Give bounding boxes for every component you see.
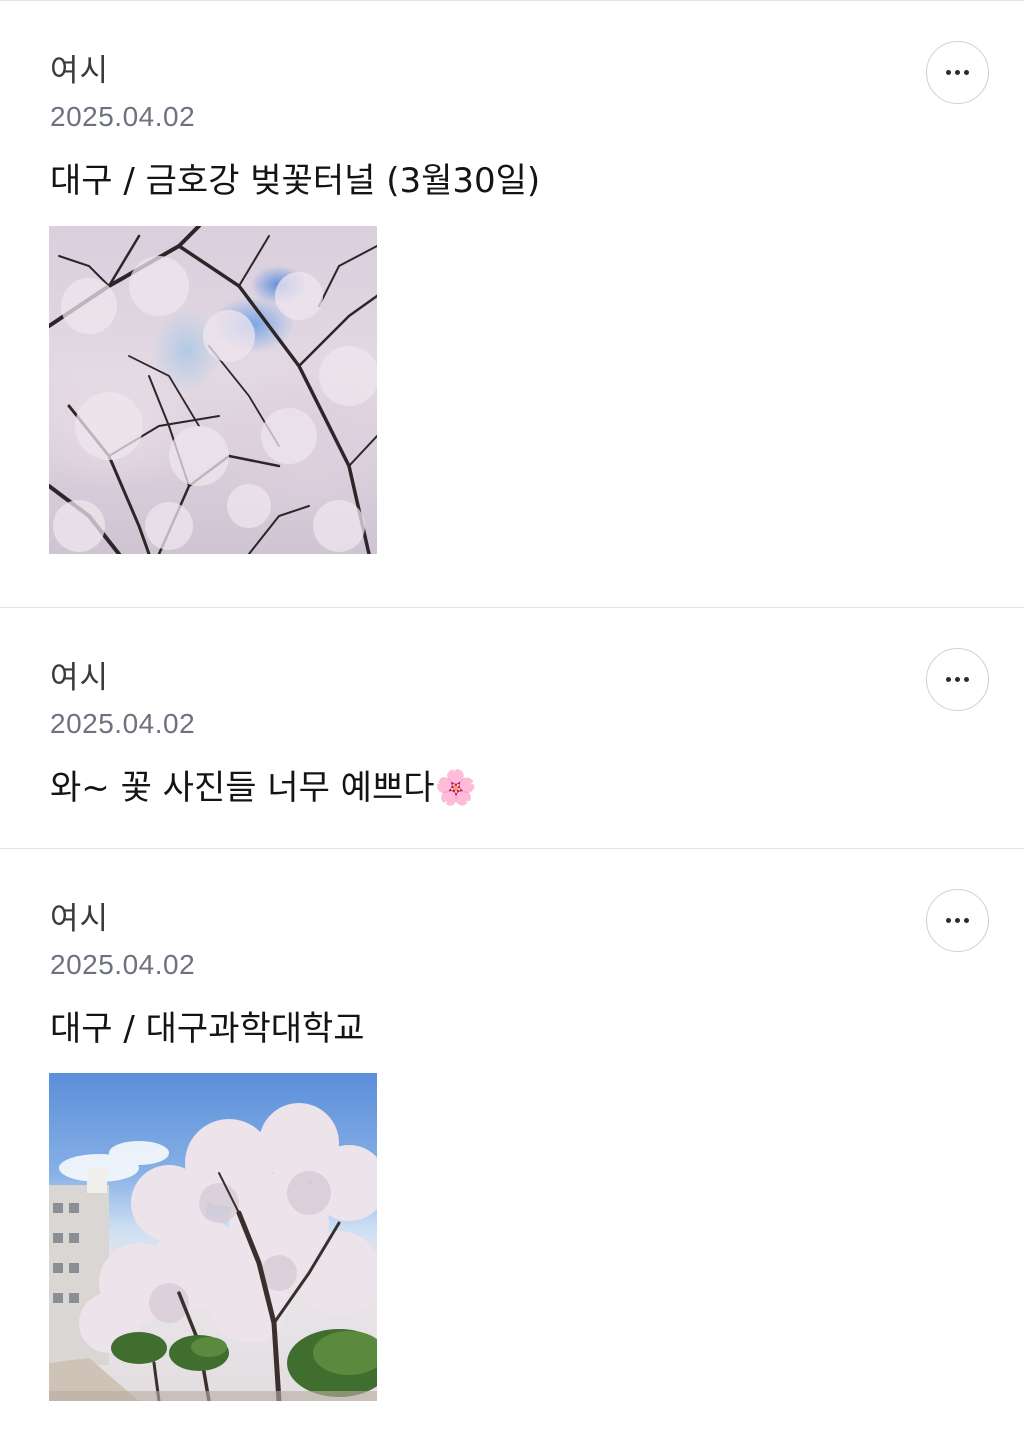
- campus-cherry-trees-image: [49, 1103, 377, 1401]
- comment-text: 대구 / 금호강 벚꽃터널 (3월30일): [50, 161, 541, 201]
- comment-date: 2025.04.02: [50, 949, 196, 980]
- comment-author[interactable]: 여시: [50, 899, 109, 939]
- comment-item: 여시 2025.04.02 와~ 꽃 사진들 너무 예쁘다🌸: [0, 608, 1024, 849]
- comment-text: 대구 / 대구과학대학교: [50, 1009, 365, 1049]
- comment-date: 2025.04.02: [50, 101, 196, 132]
- comment-item: 여시 2025.04.02 대구 / 금호강 벚꽃터널 (3월30일): [0, 1, 1024, 608]
- comment-item: 여시 2025.04.02 대구 / 대구과학대학교: [0, 849, 1024, 1435]
- more-horizontal-icon: [946, 70, 969, 75]
- comment-author[interactable]: 여시: [50, 658, 109, 698]
- more-horizontal-icon: [946, 677, 969, 682]
- more-horizontal-icon: [946, 918, 969, 923]
- more-options-button[interactable]: [926, 889, 989, 952]
- comment-date: 2025.04.02: [50, 708, 196, 739]
- comment-image-thumbnail[interactable]: [49, 226, 377, 554]
- more-options-button[interactable]: [926, 41, 989, 104]
- comment-author[interactable]: 여시: [50, 51, 109, 91]
- comment-text: 와~ 꽃 사진들 너무 예쁘다🌸: [50, 768, 477, 808]
- cherry-blossom-canopy-image: [49, 226, 377, 554]
- more-options-button[interactable]: [926, 648, 989, 711]
- comment-image-thumbnail[interactable]: [49, 1073, 377, 1401]
